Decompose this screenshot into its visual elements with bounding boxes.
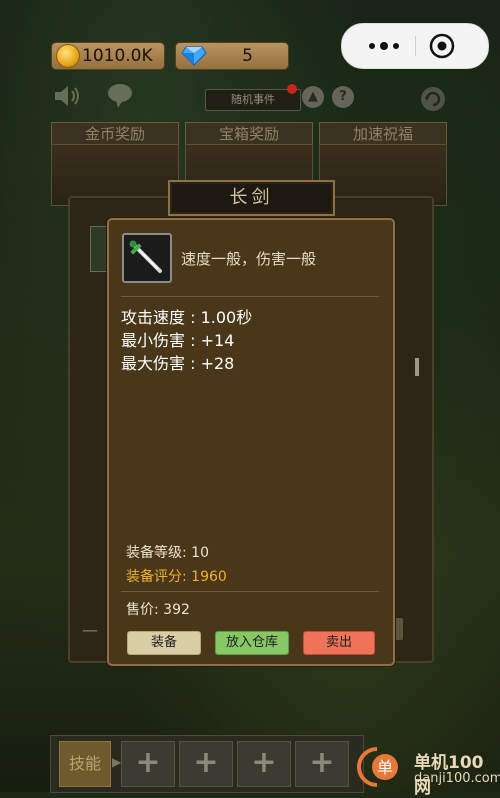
mini-program-capsule [341,23,489,69]
skill-slot-4[interactable]: + [295,741,349,787]
tab-speed-blessing[interactable]: 加速祝福 [319,122,447,146]
arrow-right-icon: ▶ [112,755,122,769]
sound-icon[interactable] [53,84,83,108]
item-description: 速度一般，伤害一般 [181,250,317,268]
scrollbar-thumb[interactable] [415,358,419,376]
tab-gold-reward[interactable]: 金币奖励 [51,122,179,146]
stat-min-damage: 最小伤害 : +14 [121,331,235,350]
gem-counter: 5 [175,42,289,70]
chat-icon[interactable] [105,82,135,110]
capsule-divider [415,36,416,56]
skill-slot-1[interactable]: + [121,741,175,787]
divider [121,591,379,592]
item-detail-popup: 速度一般，伤害一般 攻击速度 : 1.00秒 最小伤害 : +14 最大伤害 :… [107,218,395,666]
equip-score: 装备评分: 1960 [126,569,227,585]
sell-price: 售价: 392 [126,602,190,618]
refresh-icon[interactable] [420,86,446,112]
stat-max-damage: 最大伤害 : +28 [121,354,235,373]
panel-title: 长剑 [168,180,335,216]
tab-chest-reward[interactable]: 宝箱奖励 [185,122,313,146]
divider [121,296,379,297]
random-event-button[interactable]: 随机事件 [205,89,301,111]
watermark-url: danji100.com [414,771,500,786]
stat-attack-speed: 攻击速度 : 1.00秒 [121,308,253,327]
help-icon[interactable]: ? [332,86,354,108]
notification-dot [287,84,297,94]
diamond-icon [181,46,207,66]
target-close-icon[interactable] [428,32,456,60]
coin-icon [56,44,80,68]
sell-button[interactable]: 卖出 [303,631,375,655]
equip-level: 装备等级: 10 [126,545,209,561]
skill-slot-2[interactable]: + [179,741,233,787]
panel-fragment-text: 一 [82,622,99,641]
coin-value: 1010.0K [82,46,153,66]
store-button[interactable]: 放入仓库 [215,631,289,655]
skill-slot-3[interactable]: + [237,741,291,787]
more-dots-icon[interactable] [364,36,404,56]
item-icon-slot [122,233,172,283]
watermark-logo-icon: 单 [357,747,398,787]
gem-value: 5 [242,46,253,66]
sword-icon [129,240,162,273]
coin-counter: 1010.0K [51,42,165,70]
equip-button[interactable]: 装备 [127,631,201,655]
svg-text:单: 单 [377,758,393,777]
up-arrow-icon[interactable]: ▲ [302,86,324,108]
skill-button[interactable]: 技能 [59,741,111,787]
